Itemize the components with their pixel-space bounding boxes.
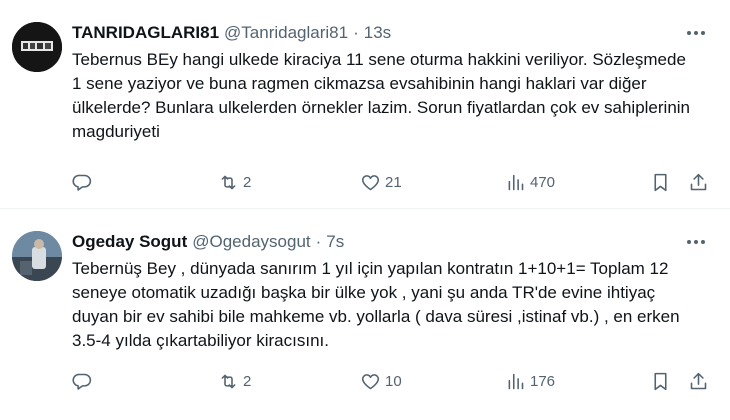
display-name[interactable]: TANRIDAGLARI81 bbox=[72, 22, 219, 44]
share-button[interactable] bbox=[688, 170, 709, 194]
views-button[interactable]: 470 bbox=[505, 170, 555, 194]
user-handle[interactable]: @Ogedaysogut bbox=[192, 231, 310, 253]
views-chart-icon bbox=[508, 174, 524, 190]
reply-icon bbox=[72, 174, 92, 191]
like-button[interactable]: 10 bbox=[360, 369, 402, 393]
more-horizontal-icon[interactable] bbox=[686, 22, 706, 44]
tweet-actions: 2 10 176 bbox=[72, 369, 714, 393]
reply-button[interactable] bbox=[72, 170, 97, 194]
like-count: 21 bbox=[385, 173, 402, 191]
like-button[interactable]: 21 bbox=[360, 170, 402, 194]
share-icon bbox=[690, 372, 707, 389]
views-chart-icon bbox=[508, 373, 524, 389]
tweet-text: Tebernüş Bey , dünyada sanırım 1 yıl içi… bbox=[72, 259, 680, 350]
tweet-header: Ogeday Sogut @Ogedaysogut · 7s bbox=[72, 231, 714, 253]
separator-dot: · bbox=[315, 232, 322, 251]
timestamp[interactable]: 13s bbox=[364, 22, 391, 44]
more-horizontal-icon[interactable] bbox=[686, 231, 706, 253]
views-button[interactable]: 176 bbox=[505, 369, 555, 393]
view-count: 176 bbox=[530, 372, 556, 390]
avatar[interactable] bbox=[12, 231, 62, 281]
tweet[interactable]: TANRIDAGLARI81 @Tanridaglari81 · 13s Teb… bbox=[0, 0, 730, 208]
share-icon bbox=[690, 173, 707, 190]
heart-icon bbox=[361, 174, 380, 190]
timestamp[interactable]: 7s bbox=[326, 231, 344, 253]
tweet-actions: 2 21 470 bbox=[72, 170, 714, 194]
retweet-count: 2 bbox=[243, 372, 252, 390]
retweet-icon bbox=[221, 175, 236, 189]
user-handle[interactable]: @Tanridaglari81 bbox=[224, 22, 348, 44]
tweet-text: Tebernus BEy hangi ulkede kiraciya 11 se… bbox=[72, 50, 691, 141]
share-button[interactable] bbox=[688, 369, 709, 393]
retweet-button[interactable]: 2 bbox=[218, 170, 251, 194]
display-name[interactable]: Ogeday Sogut bbox=[72, 231, 187, 253]
reply-icon bbox=[72, 373, 92, 390]
retweet-icon bbox=[221, 374, 236, 388]
bookmark-button[interactable] bbox=[650, 170, 671, 194]
reply-button[interactable] bbox=[72, 369, 97, 393]
bookmark-button[interactable] bbox=[650, 369, 671, 393]
view-count: 470 bbox=[530, 173, 556, 191]
avatar[interactable] bbox=[12, 22, 62, 72]
bookmark-icon bbox=[654, 173, 667, 191]
tweet[interactable]: Ogeday Sogut @Ogedaysogut · 7s Tebernüş … bbox=[0, 208, 730, 420]
heart-icon bbox=[361, 373, 380, 389]
like-count: 10 bbox=[385, 372, 402, 390]
separator-dot: · bbox=[353, 23, 359, 42]
tweet-header: TANRIDAGLARI81 @Tanridaglari81 · 13s bbox=[72, 22, 714, 44]
retweet-button[interactable]: 2 bbox=[218, 369, 251, 393]
bookmark-icon bbox=[654, 372, 667, 390]
retweet-count: 2 bbox=[243, 173, 252, 191]
